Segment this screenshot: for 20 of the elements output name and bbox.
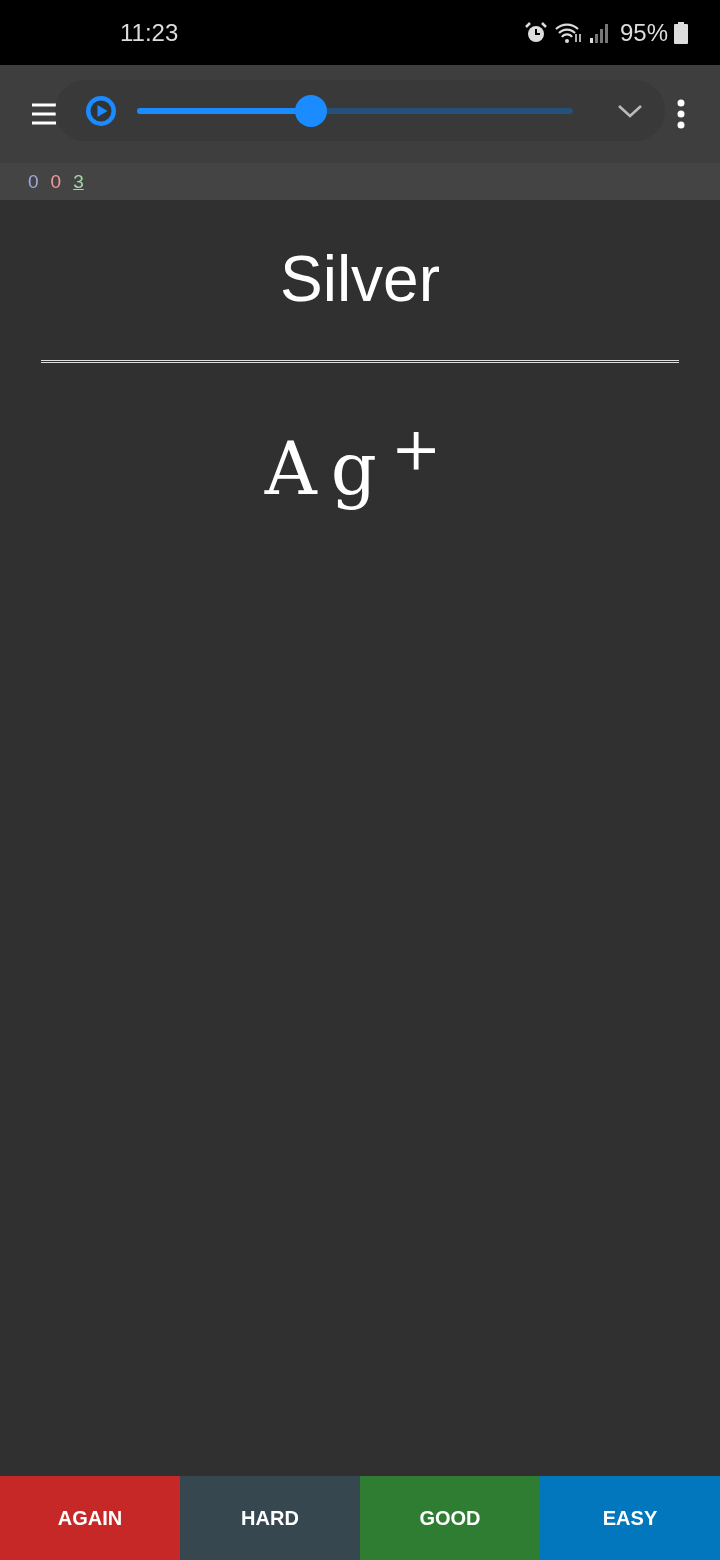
- answer-button[interactable]: EASY: [540, 1476, 720, 1560]
- battery-icon: [674, 21, 688, 44]
- chevron-down-icon[interactable]: [617, 102, 643, 119]
- signal-icon: [589, 22, 608, 43]
- wifi-icon: [553, 21, 584, 44]
- audio-slider[interactable]: [137, 94, 573, 127]
- alarm-icon: [523, 21, 548, 44]
- answer-button[interactable]: GOOD: [360, 1476, 540, 1560]
- answer-button[interactable]: HARD: [180, 1476, 360, 1560]
- card-count: 0: [28, 170, 39, 193]
- menu-icon[interactable]: [32, 103, 58, 125]
- card-back: Ag$^{+}$: [264, 413, 456, 511]
- answer-button[interactable]: AGAIN: [0, 1476, 180, 1560]
- status-time: 11:23: [120, 18, 179, 47]
- card-count: 0: [50, 170, 62, 193]
- battery-level: 95%: [619, 18, 668, 47]
- card-count: 3: [73, 170, 84, 193]
- more-options-icon[interactable]: [677, 99, 685, 129]
- card-front: Silver: [280, 242, 440, 316]
- play-icon[interactable]: [85, 94, 117, 127]
